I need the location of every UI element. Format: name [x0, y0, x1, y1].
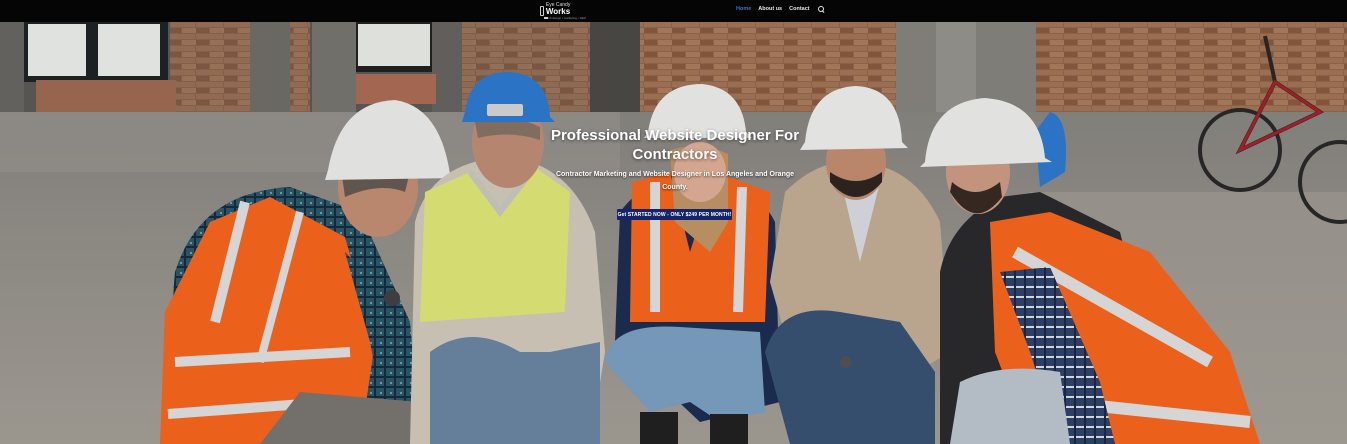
get-started-button[interactable]: Get STARTED NOW - ONLY $249 PER MONTH! — [617, 209, 732, 220]
search-icon[interactable] — [817, 6, 824, 12]
hero-image — [0, 22, 1347, 444]
nav-link-home[interactable]: Home — [736, 6, 751, 12]
logo-text-main: Works — [545, 6, 571, 16]
main-nav: Home About us Contact — [736, 6, 824, 12]
site-header: Eye Candy Works web design • marketing •… — [0, 0, 1347, 22]
nav-link-about[interactable]: About us — [758, 6, 782, 12]
logo-tagline: web design • marketing • SEO — [545, 15, 586, 20]
monitor-icon — [540, 6, 548, 19]
nav-link-contact[interactable]: Contact — [789, 6, 809, 12]
site-logo[interactable]: Eye Candy Works web design • marketing •… — [540, 1, 586, 21]
